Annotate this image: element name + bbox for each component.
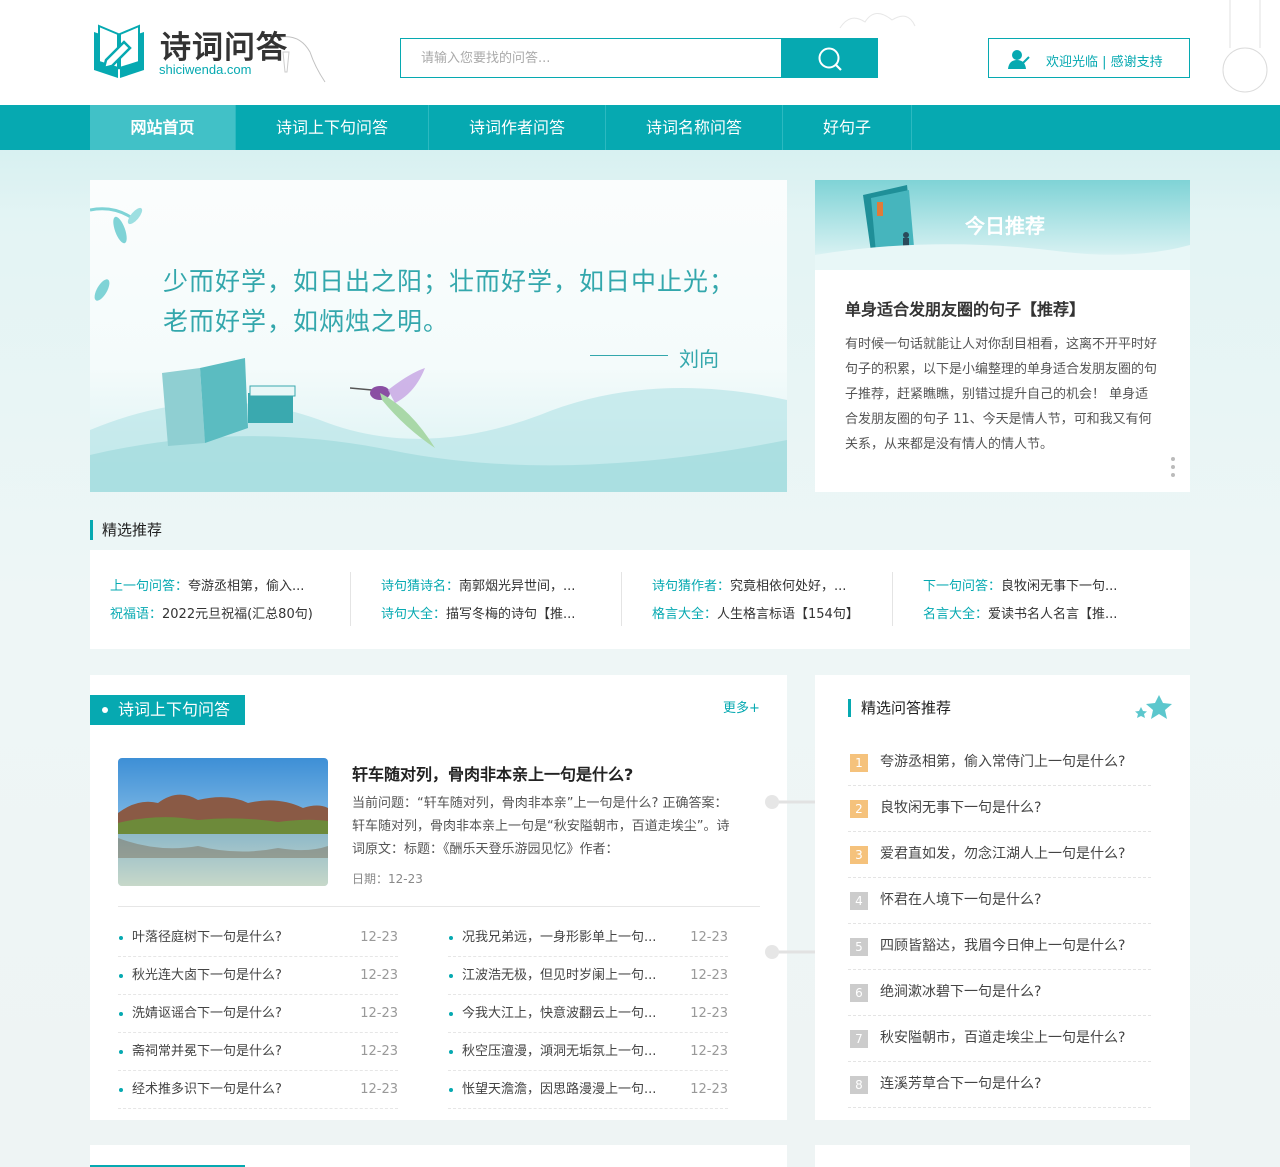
rank-badge: 2 xyxy=(850,800,868,818)
side-recommend: 精选问答推荐 1 夸游丞相第，偷入常侍门上一句是什么? 2 良牧闲无事下一句是什么?… xyxy=(815,675,1190,1120)
landscape-thumbnail[interactable] xyxy=(118,758,328,886)
today-description: 有时候一句话就能让人对你刮目相看，这离不开平时好句子的积累，以下是小编整理的单身… xyxy=(845,337,1158,452)
rank-badge: 7 xyxy=(850,1030,868,1048)
user-icon xyxy=(1008,50,1030,69)
cloud-decoration-icon xyxy=(839,13,916,29)
search-icon xyxy=(818,47,842,71)
list-item[interactable]: 秋空压澶漫，澒洞无垢氛上一句... 12-23 xyxy=(448,1033,728,1071)
featured-link[interactable]: 格言大全：人生格言标语【154句】 xyxy=(652,603,882,622)
list-item[interactable]: 8 连溪芳草合下一句是什么? xyxy=(848,1062,1151,1108)
next-panel-left xyxy=(90,1145,787,1167)
leaf-decoration-icon xyxy=(90,207,143,301)
featured-grid: 上一句问答：夸游丞相第，偷入... 祝福语：2022元旦祝福(汇总80句) 诗句… xyxy=(90,550,1190,649)
qa-summary: 当前问题：“轩车随对列，骨肉非本亲”上一句是什么? 正确答案：轩车随对列，骨肉非… xyxy=(352,796,730,857)
list-item[interactable]: 1 夸游丞相第，偷入常侍门上一句是什么? xyxy=(848,740,1151,786)
list-item[interactable]: 2 良牧闲无事下一句是什么? xyxy=(848,786,1151,832)
star-icon xyxy=(1135,695,1172,719)
featured-link[interactable]: 上一句问答：夸游丞相第，偷入... xyxy=(110,575,340,594)
nav-title-qa[interactable]: 诗词名称问答 xyxy=(606,105,783,150)
clock-decoration-icon xyxy=(1222,0,1268,93)
site-logo[interactable]: 诗词问答 shiciwenda.com xyxy=(90,22,330,83)
more-dots-icon[interactable] xyxy=(1171,457,1177,481)
list-item[interactable]: 怅望天澹澹，因思路漫漫上一句... 12-23 xyxy=(448,1071,728,1109)
welcome-box[interactable]: 欢迎光临 | 感谢支持 xyxy=(988,38,1190,78)
list-item[interactable]: 秋光连大卤下一句是什么? 12-23 xyxy=(118,957,398,995)
header: 诗词问答 shiciwenda.com 欢迎光临 | 感谢支持 xyxy=(0,0,1280,105)
featured-link[interactable]: 诗句大全：描写冬梅的诗句【推... xyxy=(381,603,611,622)
featured-column: 上一句问答：夸游丞相第，偷入... 祝福语：2022元旦祝福(汇总80句) xyxy=(90,572,340,626)
featured-column: 诗句猜作者：究竟相依何处好，... 格言大全：人生格言标语【154句】 xyxy=(621,572,871,626)
hummingbird-icon xyxy=(350,368,435,448)
welcome-text: 欢迎光临 | 感谢支持 xyxy=(1046,55,1163,70)
list-item[interactable]: 今我大江上，快意波翻云上一句... 12-23 xyxy=(448,995,728,1033)
list-item[interactable]: 叶落径庭树下一句是什么? 12-23 xyxy=(118,919,398,957)
list-item[interactable]: 3 爱君直如发，勿念江湖人上一句是什么? xyxy=(848,832,1151,878)
banner-quote: 少而好学，如日出之阳；壮而好学，如日中止光；老而好学，如炳烛之明。 xyxy=(163,267,736,336)
rank-badge: 1 xyxy=(850,754,868,772)
search-bar xyxy=(400,38,878,78)
qa-list-left: 叶落径庭树下一句是什么? 12-23 秋光连大卤下一句是什么? 12-23 洗婧讴谣… xyxy=(118,919,398,1109)
today-recommend[interactable]: 今日推荐 单身适合发朋友圈的句子【推荐】 有时候一句话就能让人对你刮目相看，这离… xyxy=(815,180,1190,492)
nav-home[interactable]: 网站首页 xyxy=(90,105,236,150)
nav-good-sentences[interactable]: 好句子 xyxy=(783,105,912,150)
qa-tab[interactable]: 诗词上下句问答 xyxy=(90,695,245,725)
side-heading: 精选问答推荐 xyxy=(848,699,951,717)
side-list: 1 夸游丞相第，偷入常侍门上一句是什么? 2 良牧闲无事下一句是什么? 3 爱君直如发… xyxy=(848,740,1151,1108)
today-title[interactable]: 单身适合发朋友圈的句子【推荐】 xyxy=(845,296,1085,320)
rank-badge: 6 xyxy=(850,984,868,1002)
list-item[interactable]: 况我兄弟远，一身形影单上一句... 12-23 xyxy=(448,919,728,957)
featured-link[interactable]: 下一句问答：良牧闲无事下一句... xyxy=(923,575,1153,594)
rank-badge: 3 xyxy=(850,846,868,864)
search-button[interactable] xyxy=(781,38,878,78)
qa-headline[interactable]: 轩车随对列，骨肉非本亲上一句是什么? xyxy=(352,761,633,785)
lantern-decoration-icon xyxy=(279,36,326,83)
list-item[interactable]: 经术推多识下一句是什么? 12-23 xyxy=(118,1071,398,1109)
nav-couplet-qa[interactable]: 诗词上下句问答 xyxy=(236,105,429,150)
list-item[interactable]: 洗婧讴谣合下一句是什么? 12-23 xyxy=(118,995,398,1033)
qa-list-right: 况我兄弟远，一身形影单上一句... 12-23 江波浩无极，但见时岁阑上一句...… xyxy=(448,919,728,1109)
couplet-qa-panel: 诗词上下句问答 更多+ 轩车随对列，骨肉非本亲上一句是什么? 当前问题：“轩车随… xyxy=(90,675,787,1120)
featured-column: 下一句问答：良牧闲无事下一句... 名言大全：爱读书名人名言【推... xyxy=(892,572,1142,626)
main-nav: 网站首页 诗词上下句问答 诗词作者问答 诗词名称问答 好句子 xyxy=(0,105,1280,150)
rank-badge: 4 xyxy=(850,892,868,910)
more-link[interactable]: 更多+ xyxy=(723,697,760,716)
list-item[interactable]: 江波浩无极，但见时岁阑上一句... 12-23 xyxy=(448,957,728,995)
list-item[interactable]: 5 四顾皆豁达，我眉今日伸上一句是什么? xyxy=(848,924,1151,970)
book-logo-icon xyxy=(94,24,144,78)
list-item[interactable]: 6 绝涧漱冰碧下一句是什么? xyxy=(848,970,1151,1016)
featured-column: 诗句猜诗名：南郭烟光异世间，... 诗句大全：描写冬梅的诗句【推... xyxy=(350,572,600,626)
featured-heading: 精选推荐 xyxy=(90,520,162,540)
books-icon xyxy=(162,358,296,446)
list-item[interactable]: 4 怀君在人境下一句是什么? xyxy=(848,878,1151,924)
today-label: 今日推荐 xyxy=(965,214,1045,238)
rank-badge: 5 xyxy=(850,938,868,956)
featured-link[interactable]: 名言大全：爱读书名人名言【推... xyxy=(923,603,1153,622)
today-header: 今日推荐 xyxy=(815,180,1190,270)
rank-badge: 8 xyxy=(850,1076,868,1094)
featured-link[interactable]: 祝福语：2022元旦祝福(汇总80句) xyxy=(110,603,340,622)
featured-link[interactable]: 诗句猜诗名：南郭烟光异世间，... xyxy=(381,575,611,594)
nav-author-qa[interactable]: 诗词作者问答 xyxy=(429,105,606,150)
list-item[interactable]: 斋祠常并冕下一句是什么? 12-23 xyxy=(118,1033,398,1071)
qa-date: 日期：12-23 xyxy=(352,872,423,886)
divider xyxy=(118,906,760,907)
logo-subtitle: shiciwenda.com xyxy=(159,62,252,77)
search-input[interactable] xyxy=(400,38,782,78)
author-divider xyxy=(590,355,668,356)
next-panel-right xyxy=(815,1145,1190,1167)
quote-banner[interactable]: 少而好学，如日出之阳；壮而好学，如日中止光；老而好学，如炳烛之明。 刘向 xyxy=(90,180,787,492)
featured-link[interactable]: 诗句猜作者：究竟相依何处好，... xyxy=(652,575,882,594)
list-item[interactable]: 7 秋安隘朝市，百道走埃尘上一句是什么? xyxy=(848,1016,1151,1062)
logo-title: 诗词问答 xyxy=(160,30,288,66)
